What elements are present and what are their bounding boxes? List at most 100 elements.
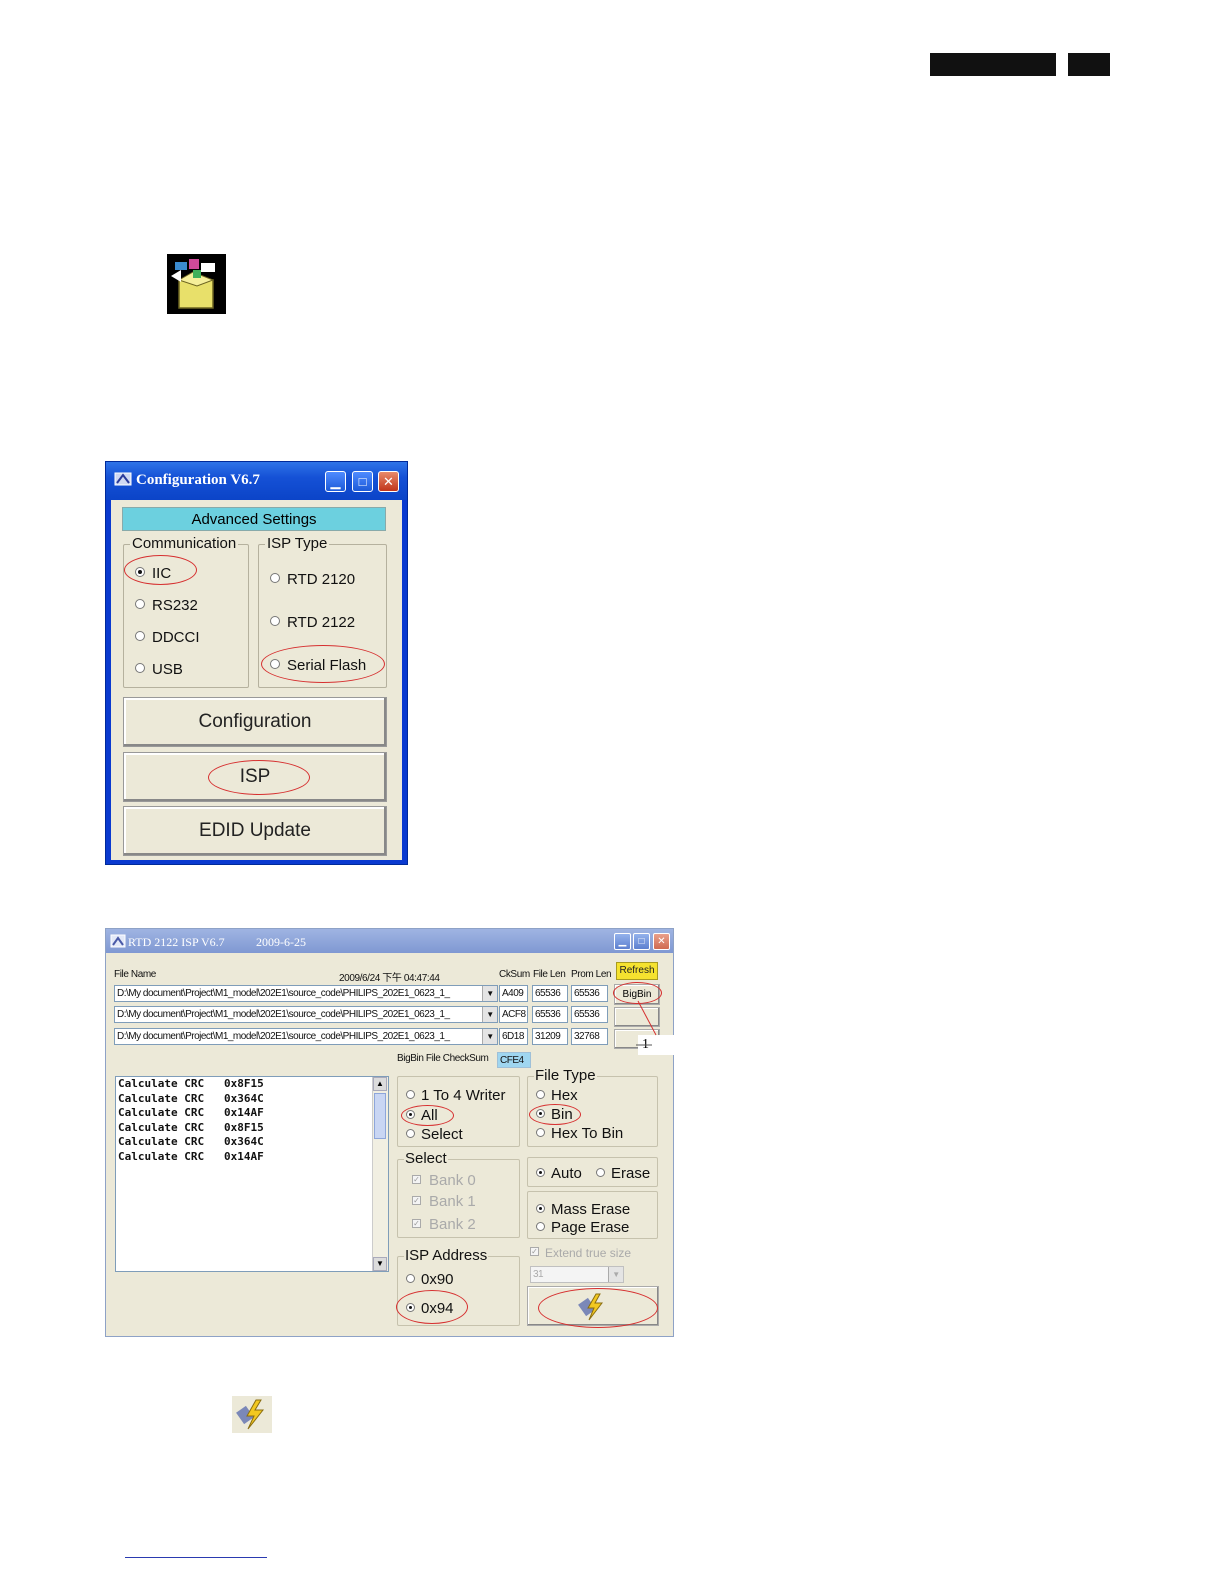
cksum-field-1[interactable]: A409 bbox=[499, 985, 528, 1002]
log-line: Calculate CRC 0x14AF bbox=[118, 1149, 264, 1163]
log-line: Calculate CRC 0x364C bbox=[118, 1135, 264, 1149]
radio-dot-icon bbox=[406, 1128, 415, 1138]
isp-address-label: ISP Address bbox=[404, 1247, 489, 1264]
file-len-field-2[interactable]: 65536 bbox=[532, 1006, 568, 1023]
prom-len-field-3[interactable]: 32768 bbox=[571, 1028, 608, 1045]
radio-usb[interactable]: USB bbox=[135, 661, 183, 678]
isp-type-label: ISP Type bbox=[265, 535, 330, 552]
prom-len-field-2[interactable]: 65536 bbox=[571, 1006, 608, 1023]
configuration-window: Configuration V6.7 ▁ □ ✕ Advanced Settin… bbox=[105, 461, 408, 865]
timestamp-label: 2009/6/24 下午 04:47:44 bbox=[339, 973, 440, 984]
radio-bin[interactable]: Bin bbox=[536, 1106, 573, 1123]
refresh-button[interactable]: Refresh bbox=[616, 962, 658, 980]
file-path-select-1[interactable]: D:\My document\Project\M1_model\202E1\so… bbox=[114, 985, 498, 1002]
chevron-down-icon[interactable]: ▼ bbox=[482, 1029, 497, 1044]
lightning-icon bbox=[578, 1292, 608, 1325]
radio-dot-icon bbox=[406, 1273, 415, 1283]
select-label: Select bbox=[404, 1150, 448, 1167]
file-path-select-2[interactable]: D:\My document\Project\M1_model\202E1\so… bbox=[114, 1006, 498, 1023]
scroll-up-icon[interactable]: ▲ bbox=[373, 1077, 387, 1091]
cksum-field-2[interactable]: ACF8 bbox=[499, 1006, 528, 1023]
isp-address-group: ISP Address 0x90 0x94 bbox=[397, 1248, 520, 1326]
minimize-icon[interactable]: ▁ bbox=[325, 471, 346, 492]
file-len-field-1[interactable]: 65536 bbox=[532, 985, 568, 1002]
app-icon bbox=[114, 471, 132, 487]
isp-window-date: 2009-6-25 bbox=[256, 935, 306, 949]
radio-dot-icon bbox=[596, 1167, 605, 1177]
callout-line bbox=[636, 1000, 657, 1046]
radio-dot-icon bbox=[135, 567, 145, 578]
radio-0x94[interactable]: 0x94 bbox=[406, 1300, 454, 1317]
radio-page-erase[interactable]: Page Erase bbox=[536, 1219, 629, 1236]
log-line: Calculate CRC 0x364C bbox=[118, 1091, 264, 1105]
maximize-icon[interactable]: □ bbox=[633, 933, 650, 950]
footer-underline bbox=[125, 1557, 267, 1558]
chevron-down-icon[interactable]: ▼ bbox=[482, 986, 497, 1001]
configuration-button[interactable]: Configuration bbox=[123, 697, 387, 747]
radio-dot-icon bbox=[536, 1089, 545, 1099]
program-button[interactable] bbox=[527, 1286, 659, 1326]
checkbox-bank2[interactable]: ✓ Bank 2 bbox=[412, 1216, 476, 1233]
radio-mass-erase[interactable]: Mass Erase bbox=[536, 1201, 630, 1218]
file-len-header: File Len bbox=[533, 969, 566, 980]
radio-dot-icon bbox=[536, 1203, 545, 1213]
isp-type-group: ISP Type RTD 2120 RTD 2122 Serial Flash bbox=[258, 535, 387, 688]
radio-select[interactable]: Select bbox=[406, 1126, 463, 1143]
config-window-title: Configuration V6.7 bbox=[136, 472, 260, 488]
log-output[interactable]: Calculate CRC 0x8F15 Calculate CRC 0x364… bbox=[115, 1076, 389, 1272]
advanced-settings-button[interactable]: Advanced Settings bbox=[122, 507, 386, 531]
checkbox-bank1[interactable]: ✓ Bank 1 bbox=[412, 1193, 476, 1210]
prom-len-field-1[interactable]: 65536 bbox=[571, 985, 608, 1002]
scroll-down-icon[interactable]: ▼ bbox=[373, 1257, 387, 1271]
radio-dot-icon bbox=[536, 1127, 545, 1137]
radio-dot-icon bbox=[406, 1109, 415, 1119]
communication-label: Communication bbox=[130, 535, 239, 552]
close-icon[interactable]: ✕ bbox=[653, 933, 670, 950]
chevron-down-icon[interactable]: ▼ bbox=[608, 1267, 623, 1282]
checkbox-bank0[interactable]: ✓ Bank 0 bbox=[412, 1172, 476, 1189]
radio-iic[interactable]: IIC bbox=[135, 565, 171, 582]
radio-rs232[interactable]: RS232 bbox=[135, 597, 198, 614]
checkbox-icon: ✓ bbox=[412, 1195, 421, 1205]
file-path-select-3[interactable]: D:\My document\Project\M1_model\202E1\so… bbox=[114, 1028, 498, 1045]
app-icon bbox=[110, 934, 126, 953]
prom-len-header: Prom Len bbox=[571, 969, 612, 980]
radio-0x90[interactable]: 0x90 bbox=[406, 1271, 454, 1288]
checkbox-icon: ✓ bbox=[412, 1218, 421, 1228]
radio-rtd2122[interactable]: RTD 2122 bbox=[270, 614, 355, 631]
radio-1to4-writer[interactable]: 1 To 4 Writer bbox=[406, 1087, 505, 1104]
radio-dot-icon bbox=[536, 1167, 545, 1177]
size-select[interactable]: 31 ▼ bbox=[530, 1266, 624, 1283]
radio-erase[interactable]: Erase bbox=[596, 1165, 650, 1182]
radio-dot-icon bbox=[406, 1089, 415, 1099]
radio-serial-flash[interactable]: Serial Flash bbox=[270, 657, 366, 674]
log-scrollbar[interactable]: ▲ ▼ bbox=[372, 1077, 388, 1271]
config-client-area: Advanced Settings Communication IIC RS23… bbox=[111, 500, 402, 860]
radio-rtd2120[interactable]: RTD 2120 bbox=[270, 571, 355, 588]
maximize-icon[interactable]: □ bbox=[352, 471, 373, 492]
isp-button[interactable]: ISP bbox=[123, 752, 387, 802]
setup-package-icon[interactable] bbox=[167, 254, 226, 314]
radio-dot-icon bbox=[270, 659, 280, 670]
radio-dot-icon bbox=[536, 1221, 545, 1231]
radio-dot-icon bbox=[135, 599, 145, 610]
minimize-icon[interactable]: ▁ bbox=[614, 933, 631, 950]
edid-update-button[interactable]: EDID Update bbox=[123, 806, 387, 856]
checkbox-extend-true-size[interactable]: ✓ Extend true size bbox=[530, 1246, 631, 1260]
isp-window-title: RTD 2122 ISP V6.7 bbox=[128, 935, 225, 949]
log-line: Calculate CRC 0x8F15 bbox=[118, 1077, 264, 1090]
file-len-field-3[interactable]: 31209 bbox=[532, 1028, 568, 1045]
radio-auto[interactable]: Auto bbox=[536, 1165, 582, 1182]
config-titlebar[interactable]: Configuration V6.7 ▁ □ ✕ bbox=[106, 462, 407, 500]
radio-hex[interactable]: Hex bbox=[536, 1087, 578, 1104]
chevron-down-icon[interactable]: ▼ bbox=[482, 1007, 497, 1022]
radio-all[interactable]: All bbox=[406, 1107, 438, 1124]
cksum-field-3[interactable]: 6D18 bbox=[499, 1028, 528, 1045]
radio-ddcci[interactable]: DDCCI bbox=[135, 629, 200, 646]
radio-dot-icon bbox=[270, 573, 280, 584]
isp-titlebar[interactable]: RTD 2122 ISP V6.7 2009-6-25 ▁ □ ✕ bbox=[106, 929, 673, 953]
close-icon[interactable]: ✕ bbox=[378, 471, 399, 492]
auto-erase-group: Auto Erase bbox=[527, 1157, 658, 1187]
radio-hex-to-bin[interactable]: Hex To Bin bbox=[536, 1125, 623, 1142]
scroll-thumb[interactable] bbox=[374, 1093, 386, 1139]
